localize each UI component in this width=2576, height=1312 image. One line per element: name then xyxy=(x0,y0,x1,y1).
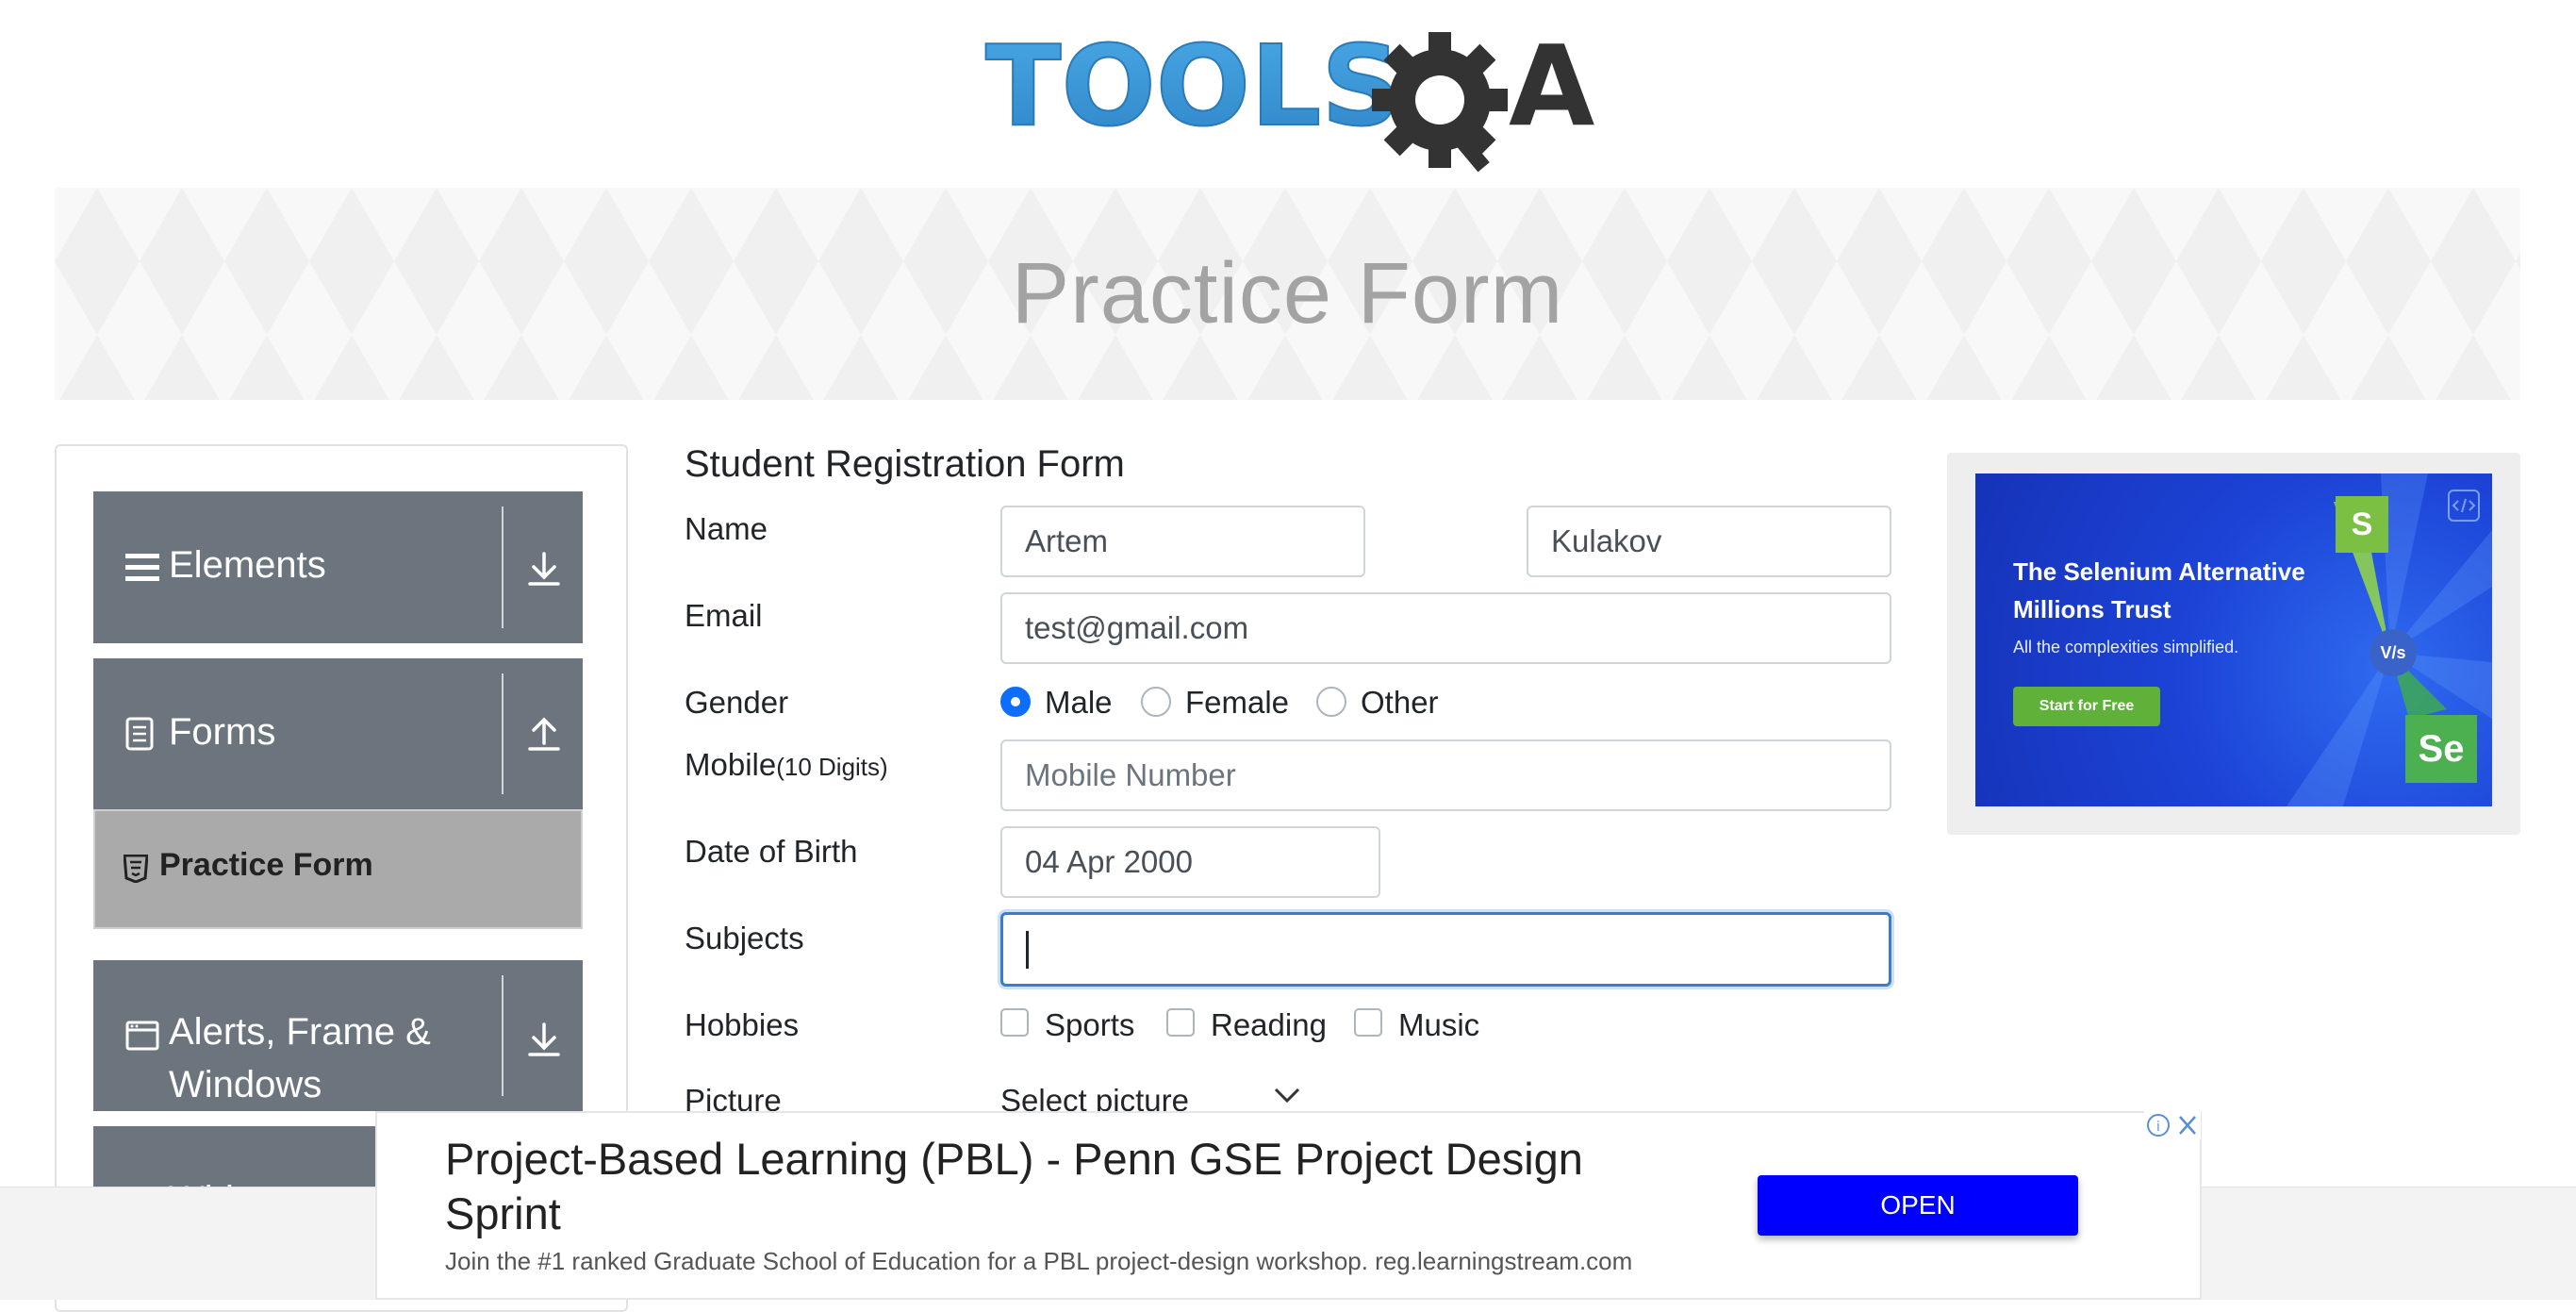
logo-text-a: A xyxy=(1509,25,1594,151)
name-label: Name xyxy=(685,511,768,546)
sidebar-group-label: Elements xyxy=(169,544,326,586)
sidebar-item-practice-form[interactable]: Practice Form xyxy=(93,809,583,929)
ad-open-button[interactable]: OPEN xyxy=(1758,1175,2078,1236)
hobbies-label: Hobbies xyxy=(685,1007,800,1042)
ad-title-line-2: Sprint xyxy=(445,1188,561,1238)
divider xyxy=(502,507,504,628)
first-name-input[interactable]: Artem xyxy=(1000,506,1365,577)
date-of-birth-input[interactable]: 04 Apr 2000 xyxy=(1000,826,1380,898)
chevron-down-icon[interactable] xyxy=(1273,1083,1301,1107)
download-arrow-icon[interactable] xyxy=(522,548,566,591)
gender-other-label[interactable]: Other xyxy=(1361,685,1439,721)
divider xyxy=(502,673,504,794)
mobile-label: Mobile(10 Digits) xyxy=(685,747,888,783)
hobby-music-label[interactable]: Music xyxy=(1398,1007,1479,1043)
text-cursor xyxy=(1026,930,1029,969)
subjects-input[interactable] xyxy=(1000,912,1891,987)
mobile-hint: (10 Digits) xyxy=(776,753,888,781)
upload-arrow-icon[interactable] xyxy=(522,713,566,756)
sidebar-group-forms[interactable]: Forms xyxy=(93,658,583,809)
page-title: Practice Form xyxy=(1011,245,1564,341)
hobby-reading-label[interactable]: Reading xyxy=(1211,1007,1327,1043)
email-input[interactable]: test@gmail.com xyxy=(1000,592,1891,664)
selenium-se-badge: Se xyxy=(2405,715,2477,783)
gender-label: Gender xyxy=(685,685,789,720)
hobby-music-checkbox[interactable] xyxy=(1354,1008,1382,1037)
sidebar-group-elements[interactable]: Elements xyxy=(93,491,583,643)
gender-female-radio[interactable] xyxy=(1141,687,1171,717)
dob-label: Date of Birth xyxy=(685,834,858,869)
logo-text-tools: TOOLS xyxy=(985,25,1401,151)
document-icon xyxy=(125,717,154,751)
window-icon xyxy=(125,1021,159,1051)
html5-icon xyxy=(124,855,148,883)
ad-headline-line-1: The Selenium Alternative xyxy=(2013,557,2305,586)
ad-headline-line-2: Millions Trust xyxy=(2013,595,2171,623)
versus-badge: V/s xyxy=(2370,629,2417,676)
mobile-input[interactable]: Mobile Number xyxy=(1000,739,1891,811)
ad-title-line-1: Project-Based Learning (PBL) - Penn GSE … xyxy=(445,1134,1583,1184)
label-line-1: Alerts, Frame & xyxy=(169,1011,431,1053)
subjects-label: Subjects xyxy=(685,921,804,955)
hamburger-icon xyxy=(125,554,159,581)
email-label: Email xyxy=(685,598,763,633)
ad-description: Join the #1 ranked Graduate School of Ed… xyxy=(445,1247,1633,1275)
toolsqa-logo[interactable]: TOOLS A xyxy=(981,25,1603,175)
ad-headline: The Selenium Alternative Millions Trust xyxy=(2013,553,2305,628)
label-line-2: Windows xyxy=(169,1064,322,1105)
hobby-sports-label[interactable]: Sports xyxy=(1045,1007,1134,1043)
ad-subtext: All the complexities simplified. xyxy=(2013,638,2239,656)
sidebar-item-label: Practice Form xyxy=(159,847,373,883)
gender-female-label[interactable]: Female xyxy=(1185,685,1289,721)
ad-title: Project-Based Learning (PBL) - Penn GSE … xyxy=(445,1132,1671,1241)
selenium-s-badge: S xyxy=(2336,496,2388,553)
ad-start-free-button[interactable]: Start for Free xyxy=(2013,687,2160,726)
page-banner: Practice Form xyxy=(55,188,2520,400)
svg-text:i: i xyxy=(2156,1120,2160,1135)
sidebar-group-alerts-frame-windows[interactable]: Alerts, Frame & Windows xyxy=(93,960,583,1111)
form-title: Student Registration Form xyxy=(685,443,1125,485)
hobby-reading-checkbox[interactable] xyxy=(1166,1008,1195,1037)
gear-icon xyxy=(1372,32,1508,173)
gender-male-radio[interactable] xyxy=(1000,687,1031,717)
hobby-sports-checkbox[interactable] xyxy=(1000,1008,1029,1037)
divider xyxy=(502,975,504,1096)
mobile-label-text: Mobile xyxy=(685,747,777,782)
sidebar-group-label: Alerts, Frame & Windows xyxy=(169,1005,452,1111)
last-name-input[interactable]: Kulakov xyxy=(1527,506,1891,577)
gender-other-radio[interactable] xyxy=(1316,687,1346,717)
code-icon xyxy=(2448,490,2480,522)
gender-male-label[interactable]: Male xyxy=(1045,685,1113,721)
download-arrow-icon[interactable] xyxy=(522,1019,566,1062)
ad-banner[interactable]: The Selenium Alternative Millions Trust … xyxy=(1975,473,2492,806)
sidebar-group-label: Forms xyxy=(169,711,276,753)
ad-info-close-icons[interactable]: i xyxy=(2144,1111,2201,1139)
